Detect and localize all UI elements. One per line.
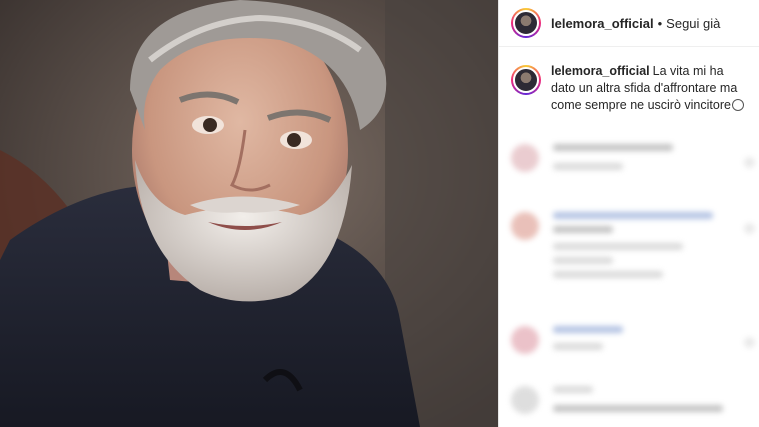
like-heart-icon (745, 224, 754, 233)
post-caption: lelemora_official La vita mi ha dato un a… (499, 47, 759, 114)
list-item (511, 326, 623, 357)
following-button[interactable]: Segui già (666, 16, 720, 31)
caption-text-block: lelemora_official La vita mi ha dato un a… (551, 63, 749, 114)
caption-username[interactable]: lelemora_official (551, 64, 650, 78)
avatar[interactable] (511, 8, 541, 38)
list-item (511, 212, 713, 285)
header-separator: • (657, 15, 663, 31)
list-item (511, 386, 723, 419)
instagram-post-view: lelemora_official • Segui già lelemora_o… (0, 0, 759, 427)
list-item (511, 144, 673, 177)
comment-avatar (511, 386, 539, 414)
portrait-illustration (0, 0, 498, 427)
comment-avatar (511, 212, 539, 240)
comment-avatar (511, 144, 539, 172)
post-sidebar: lelemora_official • Segui già lelemora_o… (498, 0, 759, 427)
like-heart-icon (745, 158, 754, 167)
emoji-icon (731, 99, 744, 111)
post-header: lelemora_official • Segui già (499, 0, 759, 47)
caption-avatar[interactable] (511, 65, 541, 95)
post-photo[interactable] (0, 0, 498, 427)
comment-avatar (511, 326, 539, 354)
comments-list-blurred (499, 128, 759, 427)
like-heart-icon (745, 338, 754, 347)
header-username[interactable]: lelemora_official (551, 16, 654, 31)
